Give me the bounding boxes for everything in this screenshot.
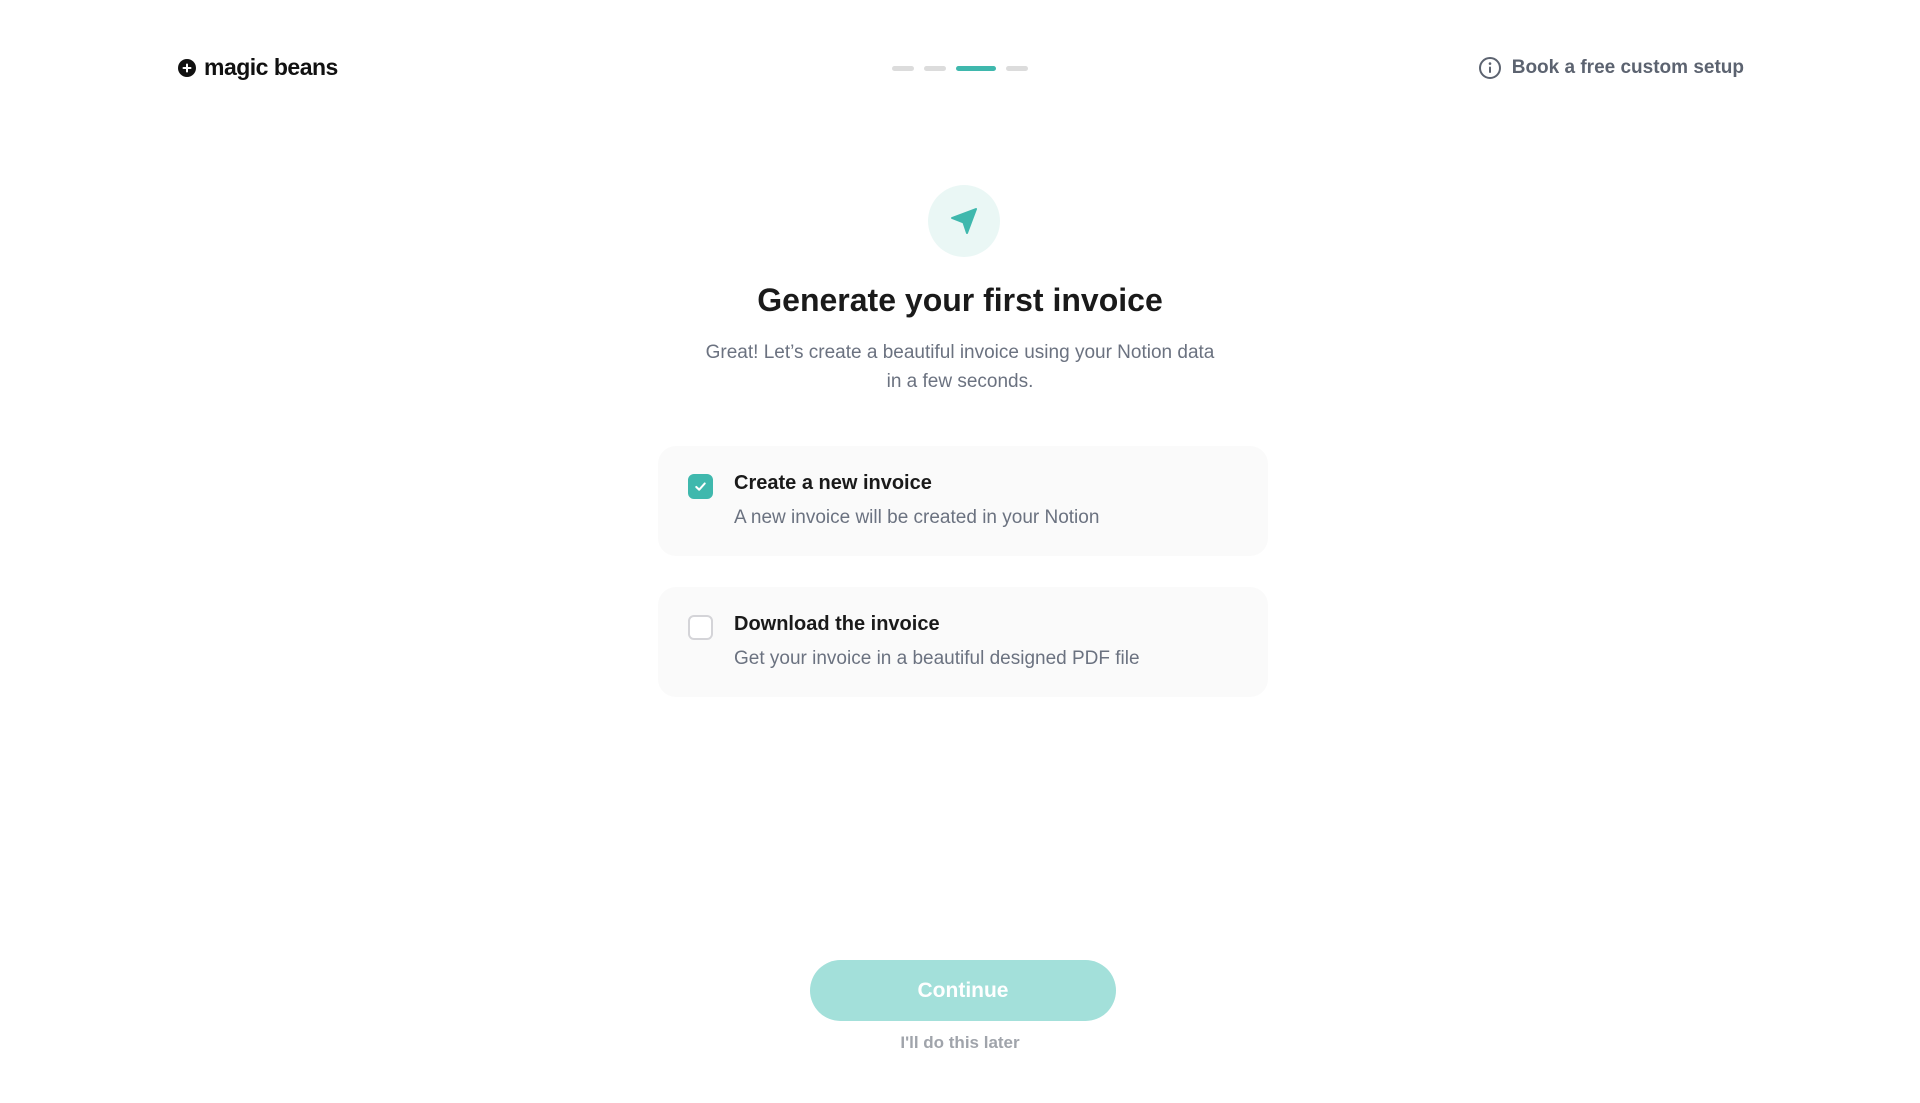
brand-logo[interactable]: magic beans	[178, 54, 338, 81]
skip-link[interactable]: I'll do this later	[0, 1033, 1920, 1053]
subtitle-line-2: in a few seconds.	[886, 371, 1034, 392]
option-title: Create a new invoice	[734, 472, 932, 494]
book-setup-label: Book a free custom setup	[1511, 57, 1744, 78]
page-title: Generate your first invoice	[757, 282, 1163, 318]
option-description: Get your invoice in a beautiful designed…	[734, 648, 1140, 669]
step-indicator-2	[924, 66, 946, 71]
page-subtitle: Great! Let’s create a beautiful invoice …	[680, 338, 1240, 396]
step-indicator-1	[892, 66, 914, 71]
continue-button[interactable]: Continue	[810, 960, 1116, 1021]
onboarding-page: magic beans Book a free custom setup Gen…	[0, 0, 1920, 1103]
option-create-invoice[interactable]: Create a new invoice A new invoice will …	[658, 446, 1268, 556]
brand-name: magic beans	[204, 54, 338, 80]
paper-plane-icon	[951, 208, 977, 234]
option-description: A new invoice will be created in your No…	[734, 507, 1100, 528]
step-indicator-3-active	[956, 66, 996, 71]
download-invoice-checkbox[interactable]	[688, 615, 713, 640]
create-invoice-checkbox[interactable]	[688, 474, 713, 499]
option-download-invoice[interactable]: Download the invoice Get your invoice in…	[658, 587, 1268, 697]
subtitle-line-1: Great! Let’s create a beautiful invoice …	[705, 342, 1215, 363]
book-setup-link[interactable]: Book a free custom setup	[1478, 56, 1744, 80]
plus-circle-icon	[178, 58, 196, 77]
checkmark-icon	[695, 482, 706, 491]
step-indicator-4	[1006, 66, 1028, 71]
info-icon	[1478, 57, 1501, 79]
option-title: Download the invoice	[734, 613, 940, 635]
progress-stepper	[892, 66, 1028, 71]
hero-icon-badge	[928, 185, 1000, 257]
